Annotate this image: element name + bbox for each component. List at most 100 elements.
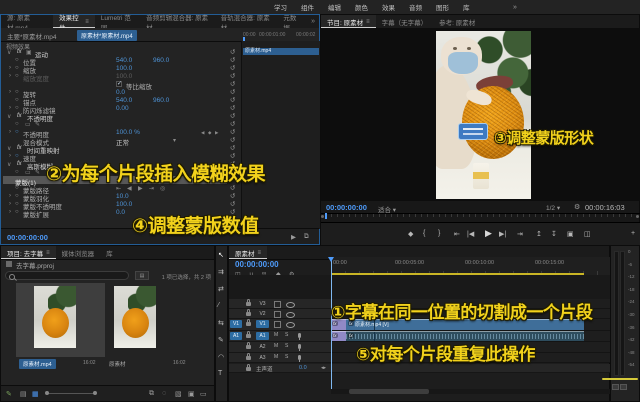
track-mask-backward-icon[interactable]: ⇤ <box>116 185 121 192</box>
meter-option-button[interactable] <box>620 384 627 390</box>
param-value[interactable]: 540.0 <box>116 57 132 64</box>
effect-header-row[interactable]: ∨fx时间重映射↺ <box>1 144 321 152</box>
prev-keyframe-icon[interactable]: ◀ <box>201 130 204 136</box>
audio-track-header-A3[interactable]: A3MS <box>229 353 331 363</box>
delete-icon[interactable]: ▭ <box>200 390 207 398</box>
project-tab[interactable]: 媒体浏览器 <box>56 246 101 259</box>
twirl-right-icon[interactable]: › <box>9 153 11 159</box>
add-keyframe-icon[interactable]: ◆ <box>208 130 211 136</box>
track-name-A3[interactable]: A3 <box>256 354 269 362</box>
solo-button[interactable]: S <box>285 343 288 349</box>
fit-track-icon[interactable]: ◂▸ <box>321 365 326 371</box>
mask-pen-icon[interactable]: ✎ <box>35 169 40 176</box>
audio-track-header-A2[interactable]: A2MS <box>229 342 331 353</box>
slip-tool[interactable]: ⇆ <box>218 319 224 327</box>
effect-header-row[interactable]: ∨fx不透明度↺ <box>1 112 321 120</box>
sync-lock-icon[interactable] <box>274 311 281 318</box>
mask-tracking-options-icon[interactable]: ◎ <box>160 185 165 192</box>
reset-param-icon[interactable]: ↺ <box>230 104 235 112</box>
step-back-icon[interactable]: |◀ <box>467 230 474 238</box>
search-bin-button[interactable]: ▤ <box>135 271 149 280</box>
param-value[interactable]: 100.0 <box>116 201 132 208</box>
lift-icon[interactable]: ↥ <box>536 230 542 238</box>
export-frame-icon[interactable]: ⧉ <box>304 233 309 241</box>
reset-param-icon[interactable]: ↺ <box>230 128 235 136</box>
workspace-item-2[interactable]: 组件 <box>301 2 314 12</box>
mute-button[interactable]: M <box>274 354 278 360</box>
uniform-scale-checkbox[interactable]: ✓ <box>116 81 122 87</box>
stopwatch-icon[interactable]: ○ <box>15 209 19 215</box>
track-name-V3[interactable]: V3 <box>256 300 269 308</box>
stopwatch-icon[interactable]: ○ <box>15 73 19 79</box>
panel-menu-icon[interactable]: ≡ <box>366 19 370 25</box>
mask-rectangle-icon[interactable]: ▭ <box>25 121 31 128</box>
stopwatch-icon[interactable]: ○ <box>15 105 19 111</box>
playback-resolution-select[interactable]: 1/2 ▾ <box>546 204 560 212</box>
track-mask-forward-icon[interactable]: ⇥ <box>149 185 154 192</box>
source-patch-A1[interactable]: A1 <box>230 332 242 340</box>
workspace-item-8[interactable]: 库 <box>463 2 470 12</box>
track-lock-icon[interactable] <box>246 322 251 326</box>
settings-wrench-icon[interactable]: ⚙ <box>574 203 580 211</box>
sync-lock-icon[interactable] <box>274 321 281 328</box>
hand-tool[interactable]: ◠ <box>218 353 224 361</box>
twirl-right-icon[interactable]: › <box>9 129 11 135</box>
workspace-item-5[interactable]: 效果 <box>382 2 395 12</box>
panel-menu-icon[interactable]: ≡ <box>85 19 89 25</box>
twirl-right-icon[interactable]: › <box>9 105 11 111</box>
reset-param-icon[interactable]: ↺ <box>230 80 235 88</box>
track-lock-icon[interactable] <box>246 312 251 316</box>
param-value[interactable]: 0.0 <box>116 209 125 216</box>
mask-ellipse-icon[interactable]: ○ <box>15 169 19 175</box>
reset-param-icon[interactable]: ↺ <box>230 200 235 208</box>
master-volume-value[interactable]: 0.0 <box>299 365 307 371</box>
track-lock-icon[interactable] <box>246 302 251 306</box>
reset-param-icon[interactable]: ↺ <box>230 136 235 144</box>
video-track-header-V3[interactable]: V3 <box>229 299 331 309</box>
reset-param-icon[interactable]: ↺ <box>230 192 235 200</box>
mask-pen-icon[interactable]: ✎ <box>35 121 40 128</box>
reset-param-icon[interactable]: ↺ <box>230 64 235 72</box>
panel-menu-icon[interactable]: ≡ <box>258 250 262 256</box>
program-playhead[interactable] <box>325 213 327 219</box>
project-writable-icon[interactable]: ✎ <box>6 390 12 398</box>
scrubber-left-handle[interactable] <box>321 215 324 218</box>
audio-track-header-A1[interactable]: A1A1MS <box>229 331 331 342</box>
add-marker-icon[interactable]: ◆ <box>408 230 413 238</box>
zoom-in-handle[interactable] <box>93 391 97 395</box>
program-monitor-tab[interactable]: 参考: 原素材 <box>433 15 481 28</box>
track-output-eye-icon[interactable] <box>286 302 295 308</box>
icon-view-icon[interactable]: ▦ <box>32 390 39 398</box>
razor-tool[interactable]: ⁄ <box>218 302 219 309</box>
solo-button[interactable]: S <box>285 332 288 338</box>
sync-lock-icon[interactable] <box>274 301 281 308</box>
go-to-in-icon[interactable]: ⇤ <box>454 230 460 238</box>
param-value[interactable]: 960.0 <box>153 57 169 64</box>
ripple-edit-tool[interactable]: ⇄ <box>218 285 224 293</box>
stopwatch-icon[interactable]: ○ <box>15 129 19 135</box>
reset-param-icon[interactable]: ↺ <box>230 56 235 64</box>
scrubber-right-handle[interactable] <box>636 215 639 218</box>
automate-sequence-icon[interactable]: ⧉ <box>149 390 154 398</box>
master-clip-label[interactable]: 主要*原素材.mp4 <box>7 31 56 41</box>
effect-controls-timecode[interactable]: 00:00:00:00 <box>7 233 48 242</box>
program-timecode[interactable]: 00:00:00:00 <box>326 203 367 212</box>
project-tab[interactable]: 库 <box>100 246 119 259</box>
effect-controls-tab[interactable]: 源: 原素材.mp4 <box>1 15 53 28</box>
reset-param-icon[interactable]: ↺ <box>230 72 235 80</box>
pen-tool[interactable]: ✎ <box>218 336 224 344</box>
video-track-header-V1[interactable]: V1V1 <box>229 319 331 331</box>
audio-clip-segment[interactable]: fx <box>331 331 346 341</box>
program-monitor-tab[interactable]: 节目: 原素材≡ <box>321 15 376 28</box>
track-lock-icon[interactable] <box>246 334 251 338</box>
workspace-item-1[interactable]: 学习 <box>274 2 287 12</box>
track-output-eye-icon[interactable] <box>286 322 295 328</box>
effect-param-row[interactable]: ›○缩放100.0↺ <box>1 64 321 72</box>
effect-param-row[interactable]: ›○蒙版不透明度100.0↺ <box>1 200 321 208</box>
workspace-item-6[interactable]: 音频 <box>409 2 422 12</box>
play-around-icon[interactable]: ▶ <box>291 233 296 241</box>
effect-param-row[interactable]: ✓等比缩放↺ <box>1 80 321 88</box>
twirl-right-icon[interactable]: › <box>9 193 11 199</box>
source-patch-V1[interactable]: V1 <box>230 320 242 328</box>
effect-controls-tab[interactable]: 音轨混合器: 原素材 <box>215 15 278 28</box>
